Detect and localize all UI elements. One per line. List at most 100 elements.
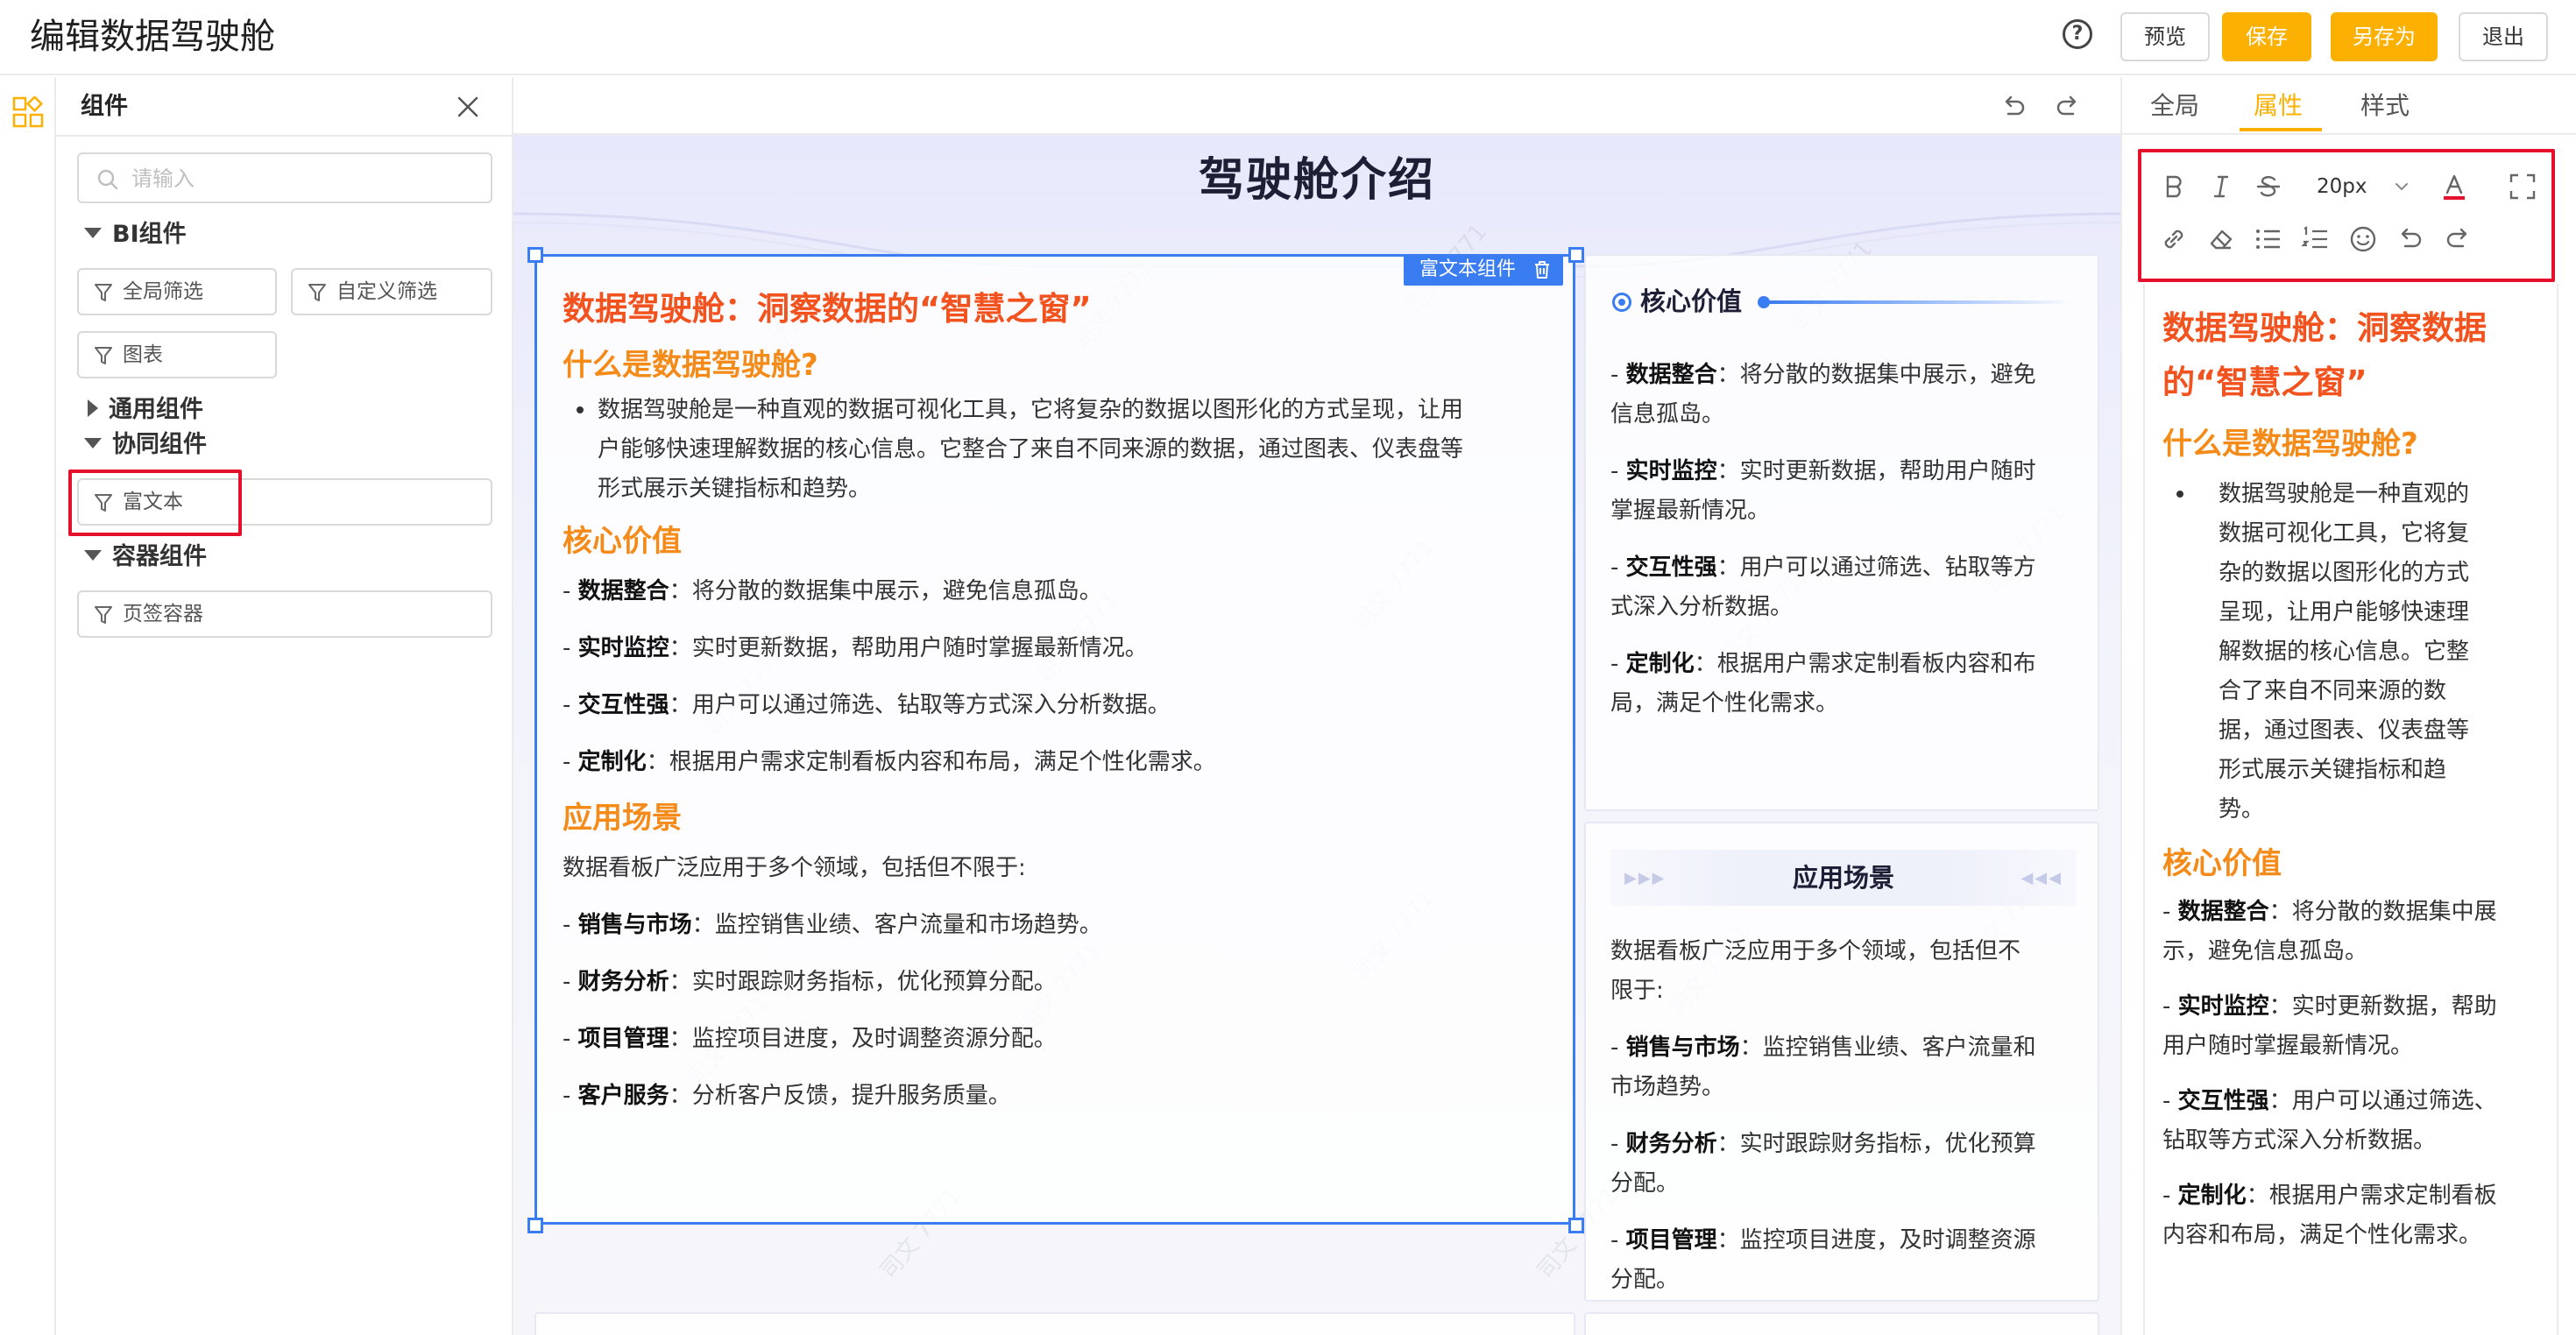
dashboard-title: 驾驶舱介绍 [1198,154,1435,207]
application-card-content: 数据看板广泛应用于多个领域，包括但不 限于: - 销售与市场：监控销售业绩、客户流… [1610,932,2084,1300]
tab-global[interactable]: 全局 [2150,86,2199,126]
empty-card[interactable] [1584,1312,2099,1335]
caret-down-icon [84,227,102,238]
italic-icon[interactable] [2206,172,2236,201]
filter-icon [95,494,112,512]
component-tab-container[interactable]: 页签容器 [77,590,492,638]
chevron-down-icon [2396,183,2408,191]
divider [56,135,512,137]
page-title: 编辑数据驾驶舱 [30,17,275,57]
component-custom-filter[interactable]: 自定义筛选 [291,268,492,315]
app-header: 编辑数据驾驶舱 ? 预览 保存 另存为 退出 [0,0,2576,75]
preview-button[interactable]: 预览 [2120,12,2210,61]
paragraph: - 数据整合：将分散的数据集中展示，避免信息孤岛。 [1610,362,2036,427]
tab-properties[interactable]: 属性 [2254,86,2303,126]
undo-icon[interactable] [1999,93,2028,121]
trash-icon[interactable] [1533,260,1551,279]
application-card[interactable]: ▶▶▶ 应用场景 ◀◀◀ 数据看板广泛应用于多个领域，包括但不 限于: - 销售与… [1584,822,2099,1302]
fullscreen-icon[interactable] [2508,172,2537,201]
paragraph: - 实时监控：实时更新数据，帮助用户随时掌握最新情况。 [563,635,1148,661]
list-item: 数据驾驶舱是一种直观的数据可视化工具，它将复杂的数据以图形化的方式呈现，让用户能… [563,391,1474,509]
undo-icon[interactable] [2396,224,2425,254]
arrow-left-icon: ◀◀◀ [2020,869,2063,887]
rich-text-subheading: 应用场景 [563,801,682,836]
group-general[interactable]: 通用组件 [84,392,203,427]
bullet-list-icon[interactable] [2254,224,2283,254]
caret-right-icon [88,399,98,417]
paragraph: - 交互性强：用户可以通过筛选、钻取等方式深入分析数据。 [563,692,1171,718]
paragraph: - 实时监控：实时更新数据，帮助用户随时掌握最新情况。 [1610,458,2036,524]
filter-icon [95,606,112,624]
format-toolbar: 20px [2148,151,2551,265]
rich-text-heading: 数据驾驶舱：洞察数据的“智慧之窗” [563,290,1092,328]
resize-handle[interactable] [527,1218,543,1233]
components-panel-title: 组件 [81,93,128,120]
paragraph: - 销售与市场：监控销售业绩、客户流量和市场趋势。 [1610,1035,2036,1100]
component-global-filter[interactable]: 全局筛选 [77,268,277,315]
eraser-icon[interactable] [2206,224,2236,254]
search-icon [97,169,118,190]
rich-text-subheading: 核心价值 [563,524,682,559]
strikethrough-icon[interactable] [2254,172,2283,201]
paragraph: 数据看板广泛应用于多个领域，包括但不限于: [563,855,1026,881]
font-size-select[interactable]: 20px [2304,166,2418,207]
bold-icon[interactable] [2159,172,2189,201]
paragraph: - 定制化：根据用户需求定制看板内容和布局，满足个性化需求。 [1610,651,2036,717]
group-container[interactable]: 容器组件 [84,540,207,575]
filter-icon [95,347,112,364]
rich-text-editor-content: 数据驾驶舱：洞察数据 的“智慧之窗” 什么是数据驾驶舱? 数据驾驶舱是一种直观的 … [2162,301,2544,1255]
tab-style[interactable]: 样式 [2360,86,2410,126]
redo-icon[interactable] [2443,224,2473,254]
rich-text-editor[interactable]: 数据驾驶舱：洞察数据 的“智慧之窗” 什么是数据驾驶舱? 数据驾驶舱是一种直观的 … [2143,284,2558,1335]
paragraph: - 交互性强：用户可以通过筛选、钻取等方式深入分析数据。 [2162,1088,2497,1154]
link-icon[interactable] [2159,224,2189,254]
emoji-icon[interactable] [2348,224,2378,254]
list-item: 数据驾驶舱是一种直观的 数据可视化工具，它将复 杂的数据以图形化的方式 呈现，让… [2162,475,2544,830]
filter-icon [308,284,326,301]
component-rich-text[interactable]: 富文本 [77,478,492,526]
application-card-title: 应用场景 [1792,863,1894,893]
ordered-list-icon[interactable] [2301,224,2331,254]
caret-down-icon [84,437,102,449]
paragraph: - 财务分析：实时跟踪财务指标，优化预算分配。 [1610,1131,2036,1197]
application-card-banner: ▶▶▶ 应用场景 ◀◀◀ [1610,850,2077,906]
resize-handle[interactable] [1568,247,1584,263]
paragraph: - 实时监控：实时更新数据，帮助用户随时掌握最新情况。 [2162,993,2497,1059]
font-color-icon[interactable] [2439,172,2469,201]
section-line [1766,300,2073,304]
core-value-card-content: - 数据整合：将分散的数据集中展示，避免 信息孤岛。 - 实时监控：实时更新数据，… [1610,356,2084,724]
empty-card[interactable] [534,1312,1575,1335]
properties-panel: 全局 属性 样式 20px 数据驾驶舱：洞察数据 的“智慧之窗” 什么是数据驾驶舱… [2120,77,2576,1335]
components-icon[interactable] [12,96,44,128]
group-collaborative[interactable]: 协同组件 [84,427,207,463]
canvas-toolbar [513,77,2120,135]
paragraph: - 客户服务：分析客户反馈，提升服务质量。 [563,1083,1011,1109]
save-as-button[interactable]: 另存为 [2331,12,2438,61]
rich-text-subheading: 什么是数据驾驶舱? [2162,427,2418,462]
component-chart[interactable]: 图表 [77,331,277,378]
redo-icon[interactable] [2054,93,2082,121]
rich-text-heading: 数据驾驶舱：洞察数据的“智慧之窗” [2162,309,2487,401]
close-icon[interactable] [452,91,484,123]
paragraph: - 数据整合：将分散的数据集中展示，避免信息孤岛。 [563,578,1102,604]
resize-handle[interactable] [1568,1218,1584,1233]
resize-handle[interactable] [527,247,543,263]
dashboard-canvas: 驾驶舱介绍 司文 7771 司文 7771 司文 7771 司文 7771 司文… [513,77,2120,1335]
section-dot-icon [1612,293,1631,312]
save-button[interactable]: 保存 [2222,12,2311,61]
paragraph: - 数据整合：将分散的数据集中展示，避免信息孤岛。 [2162,899,2497,964]
left-rail [0,77,56,1335]
paragraph: - 定制化：根据用户需求定制看板内容和布局，满足个性化需求。 [2162,1183,2497,1248]
search-input[interactable] [131,163,482,194]
group-bi[interactable]: BI组件 [84,217,187,252]
paragraph: 数据看板广泛应用于多个领域，包括但不限于: [1610,938,2021,1004]
paragraph: - 项目管理：监控项目进度，及时调整资源分配。 [1610,1227,2036,1293]
help-icon[interactable]: ? [2063,19,2092,49]
rich-text-subheading: 什么是数据驾驶舱? [563,348,818,383]
core-value-card[interactable]: 核心价值 - 数据整合：将分散的数据集中展示，避免 信息孤岛。 - 实时监控：实时… [1584,254,2099,811]
paragraph: - 项目管理：监控项目进度，及时调整资源分配。 [563,1026,1057,1052]
exit-button[interactable]: 退出 [2459,12,2548,61]
caret-down-icon [84,549,102,561]
search-box[interactable] [77,152,492,203]
selected-component-label: 富文本组件 [1404,254,1564,286]
